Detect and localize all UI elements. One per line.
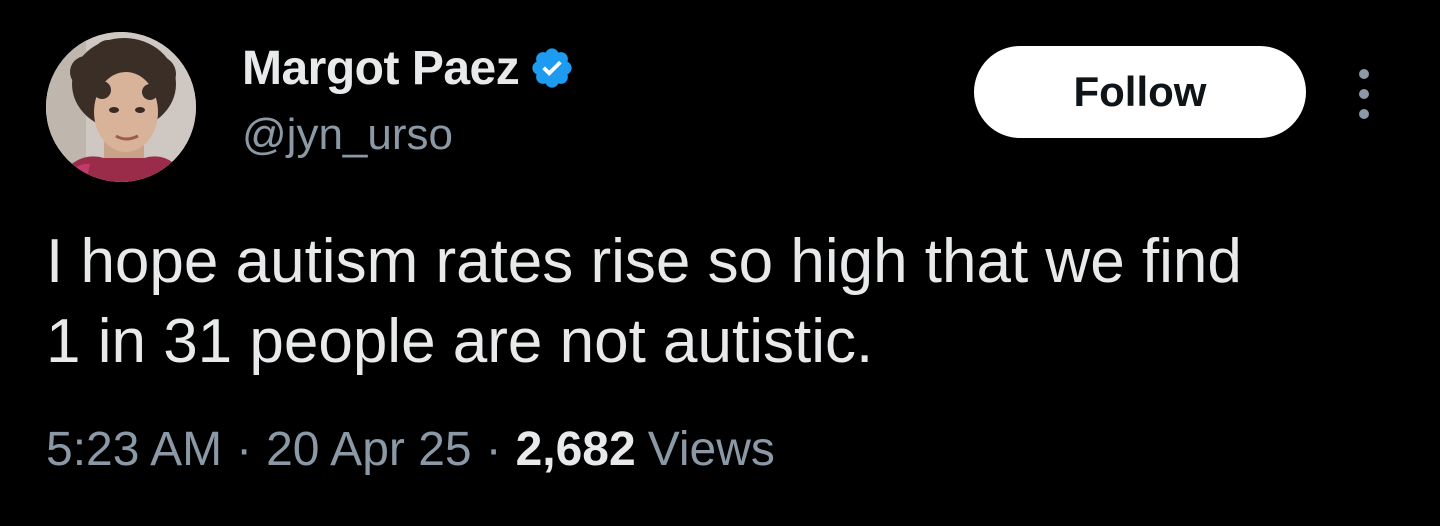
more-vertical-icon[interactable] <box>1344 66 1384 122</box>
meta-separator: · <box>236 423 253 476</box>
tweet-card: Margot Paez @jyn_urso Follow I hope auti… <box>0 0 1440 526</box>
author-handle[interactable]: @jyn_urso <box>242 110 453 160</box>
tweet-date[interactable]: 20 Apr 25 <box>266 422 472 477</box>
avatar-image <box>46 32 196 182</box>
meta-separator: · <box>485 423 502 476</box>
tweet-meta: 5:23 AM · 20 Apr 25 · 2,682 Views <box>46 422 775 477</box>
views-label: Views <box>647 423 775 476</box>
author-display-name[interactable]: Margot Paez <box>242 41 520 96</box>
author-name-row: Margot Paez <box>242 38 575 98</box>
verified-badge-icon[interactable] <box>529 45 575 91</box>
author-avatar[interactable] <box>46 32 196 182</box>
follow-button[interactable]: Follow <box>974 46 1306 138</box>
tweet-time[interactable]: 5:23 AM <box>46 422 222 477</box>
tweet-text: I hope autism rates rise so high that we… <box>46 227 1242 376</box>
views-count: 2,682 <box>515 423 636 476</box>
